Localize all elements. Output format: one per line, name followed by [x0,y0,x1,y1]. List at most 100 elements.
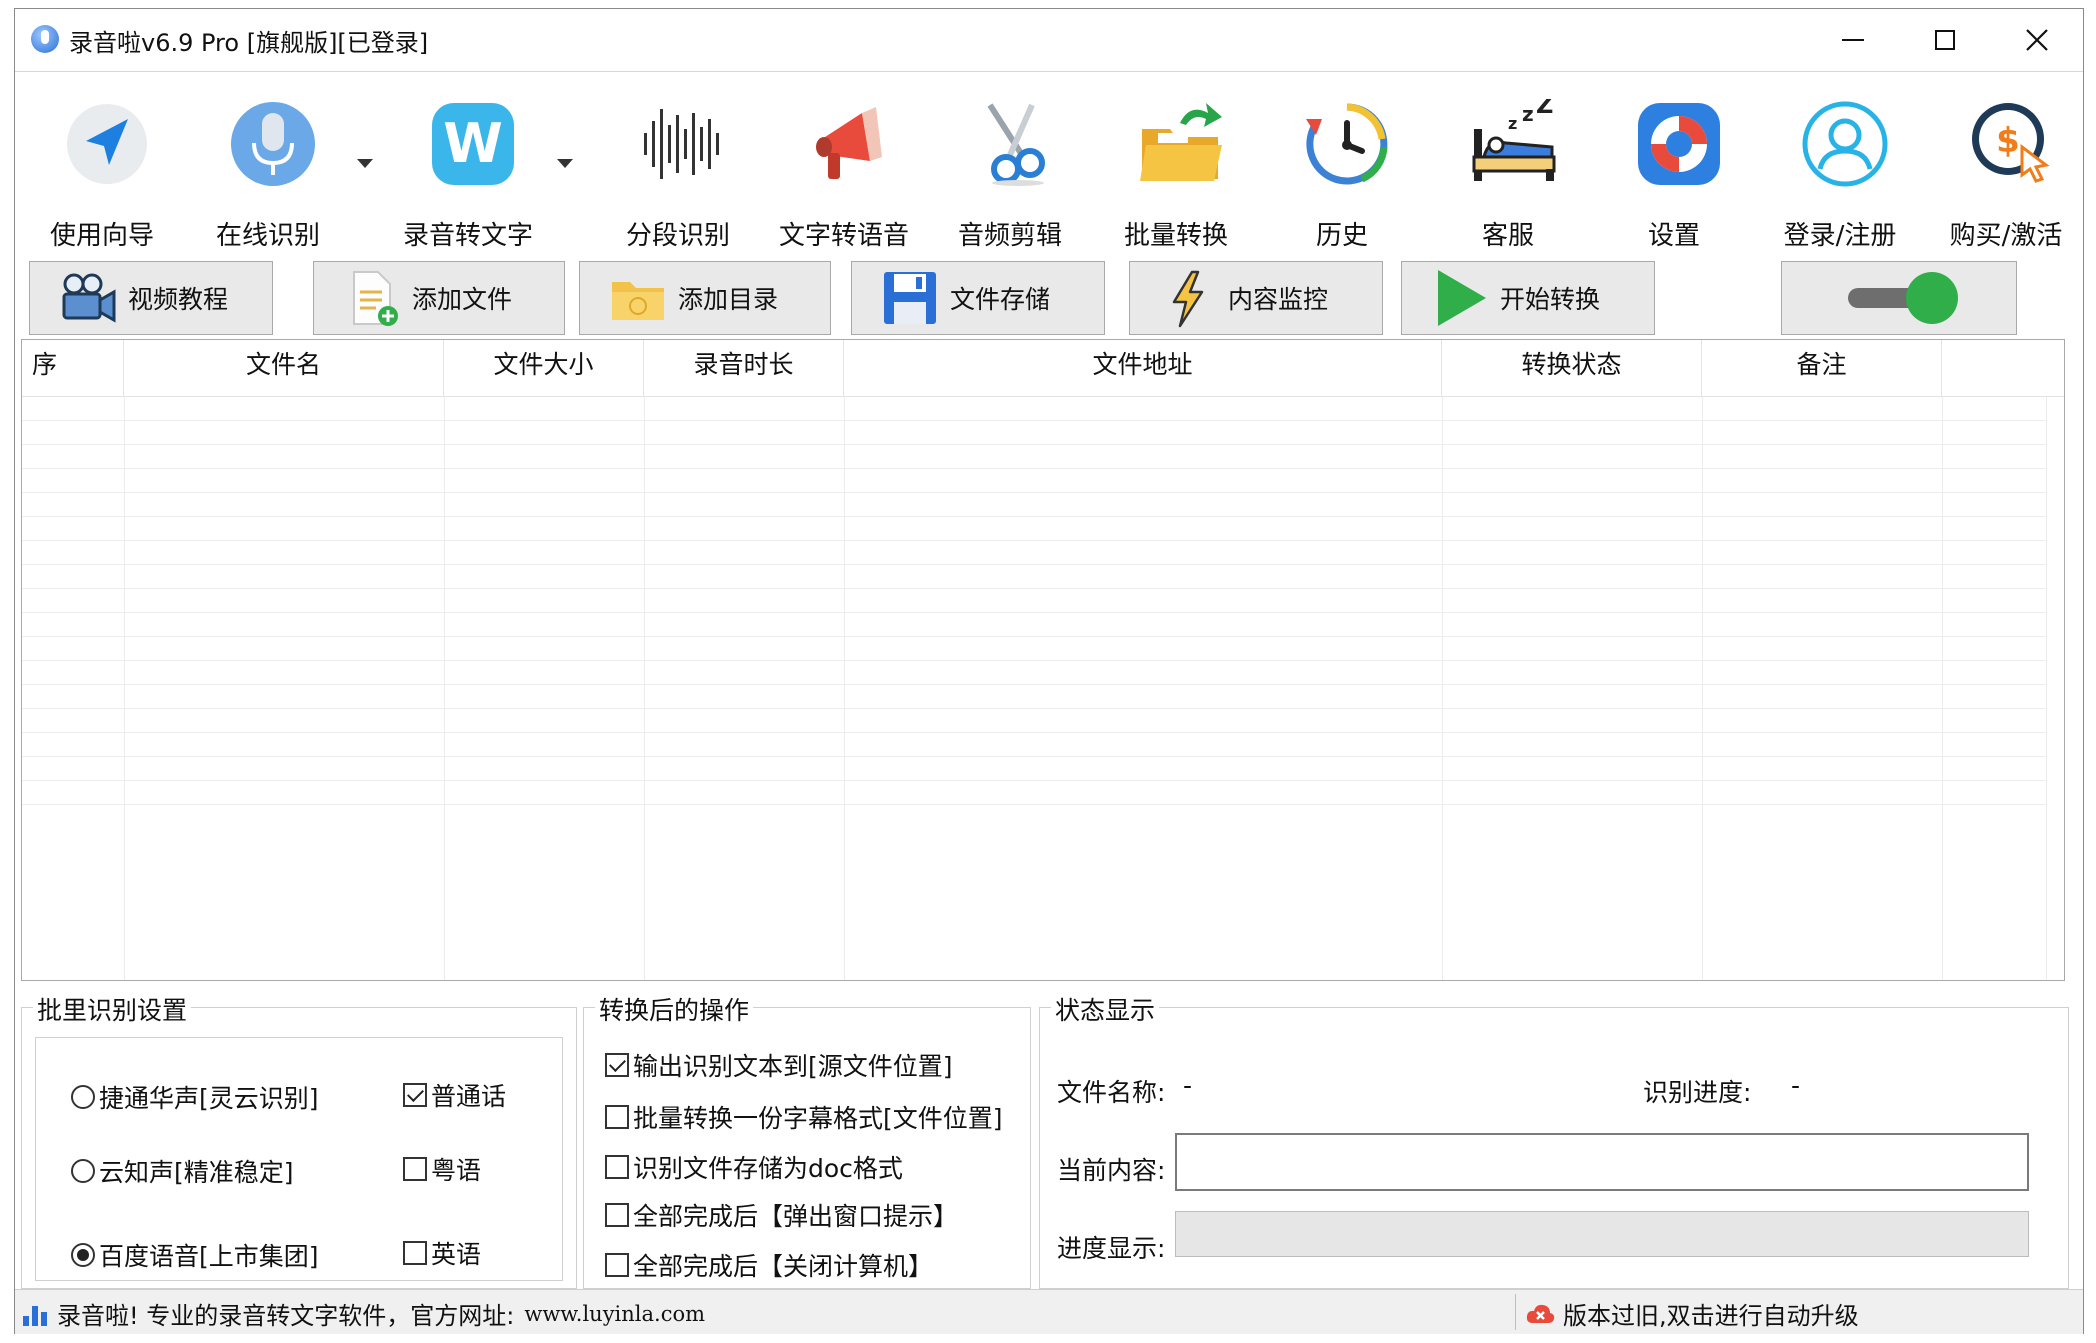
table-row[interactable] [22,661,2046,685]
toolbar-segment-recognition-button[interactable]: 分段识别 [603,91,753,251]
table-row[interactable] [22,397,2046,421]
engine-option-yunzhisheng[interactable]: 云知声[精准稳定] [71,1153,294,1189]
batch-settings-title: 批里识别设置 [33,991,192,1027]
microphone-icon [231,102,315,186]
option-output-text-source[interactable]: 输出识别文本到[源文件位置] [605,1047,953,1083]
toolbar-label: 历史 [1315,221,1368,251]
add-folder-button[interactable]: 添加目录 [579,261,831,335]
engine-option-jietong[interactable]: 捷通华声[灵云识别] [71,1079,319,1115]
table-row[interactable] [22,613,2046,637]
option-shutdown-on-finish[interactable]: 全部完成后【关闭计算机】 [605,1247,933,1283]
toolbar-audio-edit-button[interactable]: 音频剪辑 [935,91,1085,251]
toolbar-batch-convert-button[interactable]: 批量转换 [1101,91,1251,251]
video-camera-icon [62,273,116,323]
cloud-error-icon [1526,1304,1555,1323]
table-header: 序 文件名 文件大小 录音时长 文件地址 转换状态 备注 [22,340,2064,397]
language-cantonese-checkbox[interactable]: 粤语 [403,1151,481,1187]
close-button[interactable] [1991,9,2083,71]
toolbar-login-register-button[interactable]: 登录/注册 [1765,91,1915,251]
column-header-notes[interactable]: 备注 [1702,340,1942,396]
table-row[interactable] [22,733,2046,757]
table-row[interactable] [22,685,2046,709]
table-row[interactable] [22,565,2046,589]
checkbox-label: 英语 [431,1240,482,1269]
progress-display-label: 进度显示: [1057,1234,1166,1263]
table-row[interactable] [22,493,2046,517]
scissors-icon [987,103,1045,186]
table-row[interactable] [22,469,2046,493]
bar-chart-icon [23,1305,47,1326]
table-column-line [644,397,645,980]
table-row[interactable] [22,589,2046,613]
maximize-button[interactable] [1899,9,1991,71]
upgrade-notice[interactable]: 版本过旧,双击进行自动升级 [1525,1296,1859,1331]
checkbox[interactable] [605,1155,629,1179]
toggle-switch[interactable] [1840,272,1958,324]
table-column-line [444,397,445,980]
status-bar-url[interactable]: www.luyinla.com [524,1302,705,1326]
chevron-down-icon[interactable] [357,159,373,168]
column-header-index[interactable]: 序 [22,340,124,396]
table-column-line [2046,397,2047,980]
toolbar-text-to-speech-button[interactable]: 文字转语音 [769,91,919,251]
column-header-status[interactable]: 转换状态 [1442,340,1702,396]
table-row[interactable] [22,421,2046,445]
radio-circle[interactable] [71,1085,95,1109]
play-icon [1438,270,1486,326]
table-row[interactable] [22,709,2046,733]
checkbox-checked[interactable] [403,1083,427,1107]
current-content-field[interactable] [1175,1133,2029,1191]
table-row[interactable] [22,757,2046,781]
minimize-button[interactable] [1807,9,1899,71]
checkbox-label: 全部完成后【关闭计算机】 [633,1252,934,1281]
checkbox[interactable] [605,1105,629,1129]
checkbox-checked[interactable] [605,1053,629,1077]
toolbar-label: 设置 [1647,221,1700,251]
table-row[interactable] [22,637,2046,661]
radio-label: 百度语音[上市集团] [99,1242,319,1271]
checkbox[interactable] [605,1203,629,1227]
main-toolbar: 使用向导 在线识别 W 录音转文字 分段识别 文字转语音 音频剪辑 批量转换 历… [15,73,2083,251]
table-row[interactable] [22,517,2046,541]
column-header-file-path[interactable]: 文件地址 [844,340,1442,396]
language-english-checkbox[interactable]: 英语 [403,1235,481,1271]
option-subtitle-format[interactable]: 批量转换一份字幕格式[文件位置] [605,1099,1003,1135]
toolbar-buy-activate-button[interactable]: $ 购买/激活 [1931,91,2081,251]
checkbox-label: 识别文件存储为doc格式 [633,1154,903,1183]
window-title: 录音啦v6.9 Pro [旗舰版][已登录] [69,29,429,57]
toolbar-settings-button[interactable]: 设置 [1599,91,1749,251]
mode-toggle-button[interactable] [1781,261,2017,335]
chevron-down-icon[interactable] [557,159,573,168]
file-storage-button[interactable]: 文件存储 [851,261,1105,335]
toolbar-history-button[interactable]: 历史 [1267,91,1417,251]
language-mandarin-checkbox[interactable]: 普通话 [403,1077,506,1113]
svg-text:z: z [1508,114,1517,133]
file-name-value: - [1183,1071,1193,1100]
column-header-file-name[interactable]: 文件名 [124,340,444,396]
add-file-button[interactable]: 添加文件 [313,261,565,335]
column-header-file-size[interactable]: 文件大小 [444,340,644,396]
column-header-duration[interactable]: 录音时长 [644,340,844,396]
toolbar-label: 使用向导 [49,221,154,251]
toolbar-online-recognition-button[interactable]: 在线识别 [193,91,343,251]
checkbox[interactable] [403,1157,427,1181]
option-popup-on-finish[interactable]: 全部完成后【弹出窗口提示】 [605,1197,958,1233]
checkbox-label: 普通话 [431,1082,507,1111]
engine-option-baidu[interactable]: 百度语音[上市集团] [71,1237,319,1273]
video-tutorial-button[interactable]: 视频教程 [29,261,273,335]
radio-circle-selected[interactable] [71,1243,95,1267]
video-tutorial-label: 视频教程 [128,285,229,314]
start-convert-button[interactable]: 开始转换 [1401,261,1655,335]
toolbar-guide-button[interactable]: 使用向导 [27,91,177,251]
table-row[interactable] [22,541,2046,565]
checkbox[interactable] [605,1253,629,1277]
content-monitor-button[interactable]: 内容监控 [1129,261,1383,335]
option-save-doc[interactable]: 识别文件存储为doc格式 [605,1149,903,1185]
toolbar-audio-to-text-button[interactable]: W 录音转文字 [393,91,543,251]
toolbar-customer-service-button[interactable]: z z Z 客服 [1433,91,1583,251]
table-row[interactable] [22,781,2046,805]
radio-circle[interactable] [71,1159,95,1183]
checkbox[interactable] [403,1241,427,1265]
file-table[interactable]: 序 文件名 文件大小 录音时长 文件地址 转换状态 备注 [21,339,2065,981]
table-row[interactable] [22,445,2046,469]
